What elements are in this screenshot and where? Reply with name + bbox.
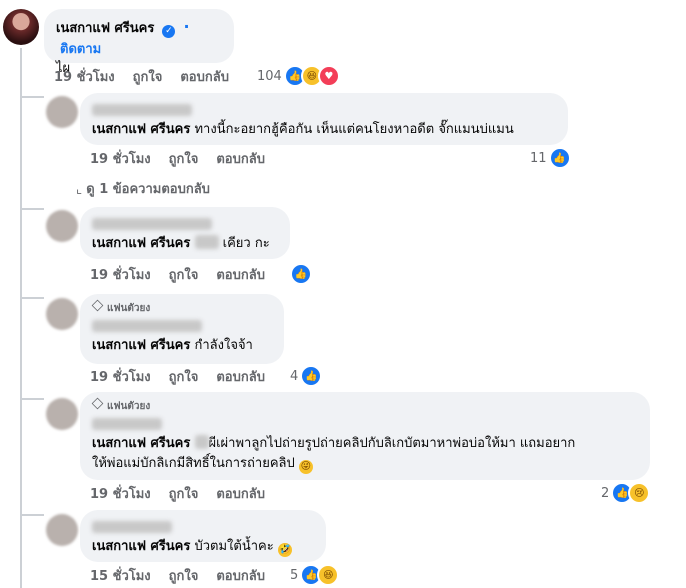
wink-emoji-icon: 😜 (298, 460, 313, 474)
mention-link[interactable]: เนสกาแฟ ศรีนคร (92, 436, 190, 451)
reaction-summary[interactable]: 👍 (288, 263, 312, 285)
comment-text: ผีเผ่าพาลูกไปถ่ายรูปถ่ายคลิปกับลิเกบัตมา… (208, 436, 576, 451)
comment-bubble: เนสกาแฟ ศรีนคร ✓ · ติดตาม ไผ (44, 9, 234, 76)
thread-branch (20, 514, 44, 516)
redacted-text (194, 235, 219, 249)
gem-icon (91, 397, 104, 410)
comment-time[interactable]: 19 ชั่วโมง (90, 366, 151, 387)
reply-button[interactable]: ตอบกลับ (180, 66, 229, 87)
reaction-count: 104 (257, 68, 282, 84)
haha-icon: 😆 (317, 564, 340, 586)
like-button[interactable]: ถูกใจ (169, 565, 199, 586)
comment-text: เคียว กะ (222, 236, 270, 251)
mention-link[interactable]: เนสกาแฟ ศรีนคร (92, 539, 190, 554)
comment-bubble: แฟนตัวยง เนสกาแฟ ศรีนคร ผีเผ่าพาลูกไปถ่า… (80, 392, 650, 480)
reply-button[interactable]: ตอบกลับ (216, 264, 265, 285)
avatar[interactable] (3, 9, 39, 45)
separator-dot: · (183, 17, 190, 36)
reaction-count: 2 (601, 485, 610, 501)
verified-badge-icon: ✓ (162, 25, 176, 38)
top-fan-badge: แฟนตัวยง (91, 299, 272, 316)
reaction-summary[interactable]: 4 👍 (290, 365, 323, 387)
comment-actions: 19 ชั่วโมง ถูกใจ ตอบกลับ (90, 483, 283, 503)
reply-button[interactable]: ตอบกลับ (216, 366, 265, 387)
reaction-summary[interactable]: 2 👍 😢 (601, 482, 651, 504)
mention-link[interactable]: เนสกาแฟ ศรีนคร (92, 236, 190, 251)
comment-author[interactable]: เนสกาแฟ ศรีนคร (56, 21, 154, 36)
comment-actions: 19 ชั่วโมง ถูกใจ ตอบกลับ (90, 264, 283, 284)
author-name-blurred (92, 320, 202, 332)
follow-button[interactable]: ติดตาม (60, 42, 101, 57)
comment-actions: 15 ชั่วโมง ถูกใจ ตอบกลับ (90, 565, 283, 585)
reaction-summary[interactable]: 104 👍 😆 ♥ (257, 65, 340, 87)
like-icon: 👍 (548, 147, 571, 169)
author-name-blurred (92, 521, 172, 533)
like-button[interactable]: ถูกใจ (169, 148, 199, 169)
mention-link[interactable]: เนสกาแฟ ศรีนคร (92, 122, 190, 137)
avatar[interactable] (46, 298, 78, 330)
comment-text: ทางนี้กะอยากฮู้คือกัน เห็นแต่คนโยงหาอดีต… (190, 122, 514, 137)
reaction-count: 11 (530, 150, 547, 166)
like-icon: 👍 (300, 365, 323, 387)
like-button[interactable]: ถูกใจ (169, 366, 199, 387)
comment-actions: 19 ชั่วโมง ถูกใจ ตอบกลับ (90, 148, 283, 168)
like-button[interactable]: ถูกใจ (169, 264, 199, 285)
thread-branch (20, 96, 44, 98)
reaction-summary[interactable]: 5 👍 😆 (290, 564, 340, 586)
comment-bubble: เนสกาแฟ ศรีนคร เคียว กะ (80, 207, 290, 259)
author-name-blurred (92, 104, 192, 116)
comment-text: กำลังใจจ้า (190, 338, 253, 353)
reaction-count: 5 (290, 567, 299, 583)
reply-button[interactable]: ตอบกลับ (216, 148, 265, 169)
avatar[interactable] (46, 96, 78, 128)
sad-icon: 😢 (628, 482, 651, 504)
comment-text: ให้พ่อแม่บักลิเกมีสิทธิ์ในการถ่ายคลิป (92, 456, 295, 471)
comment-bubble: แฟนตัวยง เนสกาแฟ ศรีนคร กำลังใจจ้า (80, 294, 284, 364)
love-icon: ♥ (317, 65, 340, 87)
reaction-summary[interactable]: 11 👍 (530, 147, 571, 169)
comment-text: บัวตมใต้น้ำคะ (190, 539, 274, 554)
comment-time[interactable]: 19 ชั่วโมง (90, 148, 151, 169)
reply-arrow-icon: ⌞ (76, 182, 87, 197)
gem-icon (91, 299, 104, 312)
avatar[interactable] (46, 514, 78, 546)
top-fan-badge: แฟนตัวยง (91, 397, 638, 414)
thread-branch (20, 398, 44, 400)
comment-time[interactable]: 15 ชั่วโมง (90, 565, 151, 586)
comment-time[interactable]: 19 ชั่วโมง (54, 66, 115, 87)
view-replies-link[interactable]: ⌞ ดู 1 ข้อความตอบกลับ (76, 178, 210, 199)
thread-line (20, 48, 22, 588)
author-name-blurred (92, 218, 212, 230)
reaction-count: 4 (290, 368, 299, 384)
comment-actions: 19 ชั่วโมง ถูกใจ ตอบกลับ (54, 66, 247, 86)
reply-button[interactable]: ตอบกลับ (216, 483, 265, 504)
comment-actions: 19 ชั่วโมง ถูกใจ ตอบกลับ (90, 366, 283, 386)
rofl-emoji-icon: 🤣 (277, 543, 292, 557)
comment-bubble: เนสกาแฟ ศรีนคร บัวตมใต้น้ำคะ 🤣 (80, 510, 326, 562)
like-button[interactable]: ถูกใจ (169, 483, 199, 504)
like-button[interactable]: ถูกใจ (133, 66, 163, 87)
mention-link[interactable]: เนสกาแฟ ศรีนคร (92, 338, 190, 353)
reply-button[interactable]: ตอบกลับ (216, 565, 265, 586)
thread-branch (20, 297, 44, 299)
comment-time[interactable]: 19 ชั่วโมง (90, 483, 151, 504)
comment-bubble: เนสกาแฟ ศรีนคร ทางนี้กะอยากฮู้คือกัน เห็… (80, 93, 568, 145)
avatar[interactable] (46, 398, 78, 430)
redacted-text (194, 435, 209, 449)
avatar[interactable] (46, 210, 78, 242)
like-icon: 👍 (290, 263, 312, 285)
thread-branch (20, 208, 44, 210)
author-name-blurred (92, 418, 162, 430)
comment-time[interactable]: 19 ชั่วโมง (90, 264, 151, 285)
